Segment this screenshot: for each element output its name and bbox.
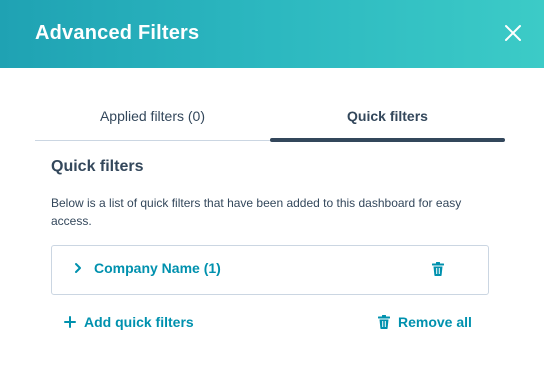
close-icon — [505, 25, 521, 41]
plus-icon — [64, 316, 76, 328]
delete-quick-filter-button[interactable] — [432, 262, 448, 280]
dialog-header: Advanced Filters — [0, 0, 544, 68]
quick-filter-expand-toggle[interactable]: Company Name (1) — [72, 258, 221, 278]
section-description: Below is a list of quick filters that ha… — [51, 196, 462, 228]
quick-filter-label: Company Name (1) — [94, 260, 221, 276]
add-quick-filters-button[interactable]: Add quick filters — [64, 314, 194, 330]
dialog-title: Advanced Filters — [35, 22, 200, 44]
chevron-right-icon — [75, 263, 81, 273]
remove-all-button[interactable]: Remove all — [378, 314, 472, 330]
active-tab-indicator — [270, 138, 505, 142]
filter-tabs: Applied filters (0) Quick filters — [35, 96, 505, 142]
remove-all-label: Remove all — [398, 314, 472, 330]
trash-icon — [378, 315, 390, 329]
tab-applied-filters[interactable]: Applied filters (0) — [35, 96, 270, 142]
add-quick-filters-label: Add quick filters — [84, 314, 194, 330]
section-title: Quick filters — [51, 158, 144, 175]
quick-filter-item: Company Name (1) — [51, 245, 489, 295]
tab-quick-filters[interactable]: Quick filters — [270, 96, 505, 142]
close-button[interactable] — [500, 20, 526, 46]
trash-icon — [432, 262, 444, 276]
